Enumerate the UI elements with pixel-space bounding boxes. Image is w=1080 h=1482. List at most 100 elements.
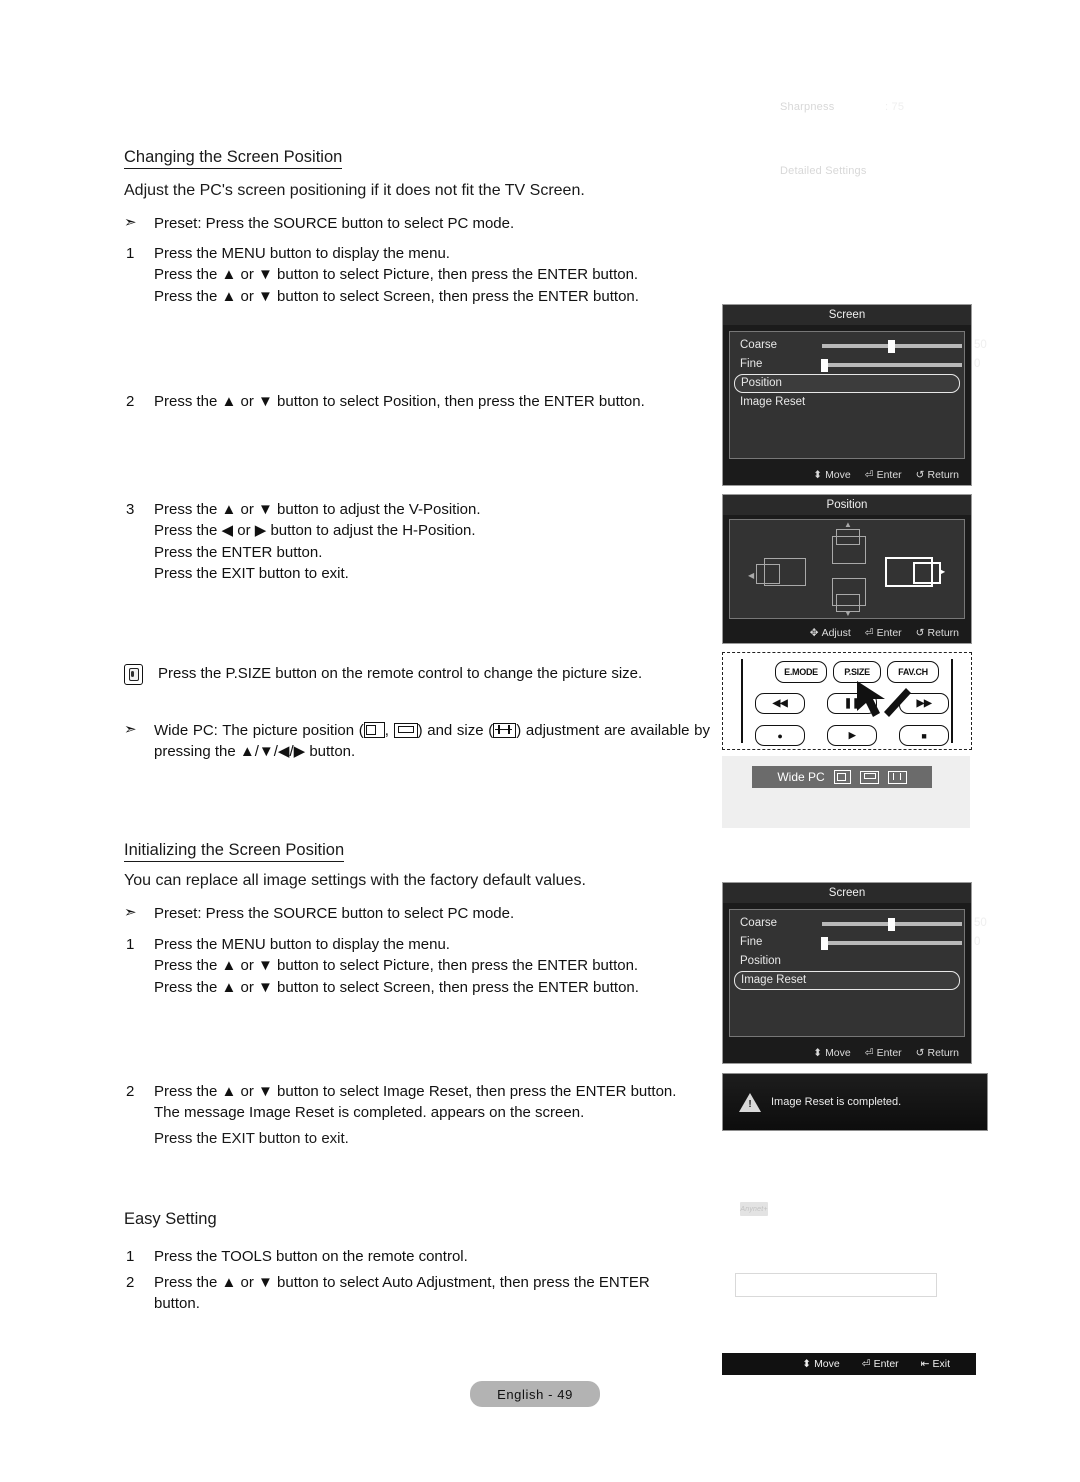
ghost-anynet-badge: Anynet+: [740, 1202, 768, 1216]
osd-row-position[interactable]: Position: [730, 952, 964, 971]
section3-step-1: 1 Press the TOOLS button on the remote c…: [124, 1246, 724, 1267]
osd-footer: ✥ Adjust ⏎ Enter ↺ Return: [723, 623, 971, 643]
remote-button-record[interactable]: ●: [755, 725, 805, 746]
remote-button-emode[interactable]: E.MODE: [775, 661, 827, 683]
updown-arrow-icon: ⬍: [813, 469, 823, 481]
widepc-bullet: ➣ Wide PC: The picture position (, ) and…: [124, 721, 710, 762]
coarse-slider-track[interactable]: [822, 917, 962, 931]
section-title-changing: Changing the Screen Position: [124, 148, 343, 170]
bottombar-enter: ⏎ Enter: [862, 1358, 899, 1370]
cursor-arrow-icon: [857, 681, 911, 717]
osd-screen-menu-1: Screen Coarse 50 Fine 0 Position Image R: [722, 304, 987, 486]
section3-step-2: 2 Press the ▲ or ▼ button to select Auto…: [124, 1272, 724, 1315]
position-h-icon: [859, 770, 879, 784]
ghost-detailed-settings: Detailed Settings: [780, 165, 867, 177]
step-line: Press the ▲ or ▼ button to select Screen…: [154, 978, 639, 996]
manual-page: Sharpness : 75 Detailed Settings Changin…: [0, 0, 1080, 1482]
position-left-icon[interactable]: ◀: [748, 556, 808, 590]
footer-move: ⬍ Move: [813, 1047, 851, 1059]
remote-button-play[interactable]: ▶: [827, 725, 877, 746]
step-number: 2: [126, 1083, 135, 1100]
footer-return: ↺ Return: [916, 469, 959, 481]
coarse-slider-thumb[interactable]: [888, 917, 895, 931]
step-line: button.: [154, 1295, 200, 1313]
section-title-easy-setting: Easy Setting: [124, 1210, 217, 1228]
position-right-icon[interactable]: ▶: [885, 554, 947, 590]
coarse-slider-thumb[interactable]: [888, 339, 895, 353]
size-icon: [493, 723, 517, 738]
osd-footer: ⬍ Move ⏎ Enter ↺ Return: [723, 465, 971, 485]
section2-exit-line: Press the EXIT button to exit.: [154, 1130, 349, 1147]
osd-row-fine[interactable]: Fine 0: [730, 933, 980, 952]
fine-slider-thumb[interactable]: [821, 358, 828, 372]
bullet-arrow-icon: ➣: [124, 214, 137, 231]
bottom-action-bar: ⬍ Move ⏎ Enter ⇤ Exit: [722, 1353, 976, 1375]
footer-return-label: Return: [927, 627, 959, 639]
step-number: 2: [126, 1274, 135, 1291]
osd-row-fine[interactable]: Fine 0: [730, 355, 980, 374]
size-icon: [887, 770, 907, 784]
enter-icon: ⏎: [864, 469, 874, 481]
ghost-sharpness-label: Sharpness: [780, 101, 835, 113]
osd-title: Screen: [723, 305, 971, 325]
remote-button-stop[interactable]: ■: [899, 725, 949, 746]
remote-button-rewind[interactable]: ◀◀: [755, 693, 805, 714]
section1-step-3: 3 Press the ▲ or ▼ button to adjust the …: [124, 499, 724, 584]
step-line: Press the ▲ or ▼ button to select Auto A…: [154, 1274, 650, 1291]
enter-icon: ⏎: [864, 1047, 874, 1059]
step-number: 2: [126, 393, 135, 410]
step-line: Press the ▲ or ▼ button to select Pictur…: [154, 266, 639, 284]
remote-control-illustration: E.MODE P.SIZE FAV.CH ◀◀ ❚❚ ▶▶ ● ▶ ■: [722, 652, 972, 750]
footer-return-label: Return: [927, 469, 959, 481]
footer-enter-label: Enter: [876, 469, 902, 481]
fine-slider-track[interactable]: [821, 936, 962, 950]
step-line: Press the ▲ or ▼ button to select Screen…: [154, 287, 639, 305]
step-line: Press the ▲ or ▼ button to select Image …: [154, 1083, 677, 1100]
section1-preset-text: Preset: Press the SOURCE button to selec…: [154, 215, 515, 232]
step-line: Press the TOOLS button on the remote con…: [154, 1248, 468, 1265]
position-v-icon: [833, 770, 851, 784]
footer-enter-label: Enter: [876, 1047, 902, 1059]
fine-slider-thumb[interactable]: [821, 936, 828, 950]
step-line: The message Image Reset is completed. ap…: [154, 1104, 585, 1122]
footer-return: ↺ Return: [916, 1047, 959, 1059]
step-line: Press the ▲ or ▼ button to adjust the V-…: [154, 501, 481, 518]
coarse-slider-track[interactable]: [822, 339, 962, 353]
widepc-card: Wide PC: [722, 756, 970, 828]
step-number: 1: [126, 1248, 135, 1265]
step-number: 1: [126, 936, 135, 953]
osd-row-coarse[interactable]: Coarse 50: [730, 336, 987, 355]
footer-enter: ⏎ Enter: [865, 627, 902, 639]
osd-row-position[interactable]: Position: [734, 374, 960, 393]
osd-row-image-reset[interactable]: Image Reset: [734, 971, 960, 990]
adjust-arrows-icon: ✥: [809, 627, 819, 639]
osd-position-menu: Position ◀ ▲ ▶ ▼ ✥ Adjust ⏎ Enter ↺ Retu…: [722, 494, 972, 644]
footer-move: ⬍ Move: [813, 469, 851, 481]
fine-slider-track[interactable]: [821, 358, 962, 372]
bottombar-exit-label: Exit: [932, 1358, 950, 1370]
position-down-icon[interactable]: ▼: [828, 578, 868, 622]
image-reset-toast: Image Reset is completed.: [722, 1073, 988, 1131]
bottombar-move: ⬍ Move: [802, 1358, 840, 1370]
return-icon: ↺: [915, 627, 925, 639]
section2-step-1: 1 Press the MENU button to display the m…: [124, 934, 724, 998]
section1-preset-bullet: ➣ Preset: Press the SOURCE button to sel…: [124, 214, 724, 235]
position-up-icon[interactable]: ▲: [828, 521, 868, 568]
section2-preset-text: Preset: Press the SOURCE button to selec…: [154, 905, 515, 922]
position-v-icon: [393, 723, 418, 738]
step-number: 3: [126, 501, 135, 518]
step-line: Press the ◀ or ▶ button to adjust the H-…: [154, 522, 476, 540]
step-number: 1: [126, 245, 135, 262]
osd-row-coarse[interactable]: Coarse 50: [730, 914, 987, 933]
section1-step-1: 1 Press the MENU button to display the m…: [124, 243, 724, 307]
picture-size-note: Press the P.SIZE button on the remote co…: [124, 663, 724, 685]
footer-enter: ⏎ Enter: [865, 1047, 902, 1059]
updown-arrow-icon: ⬍: [802, 1358, 812, 1370]
step-line: Press the MENU button to display the men…: [154, 245, 450, 262]
osd-row-image-reset[interactable]: Image Reset: [730, 393, 964, 412]
warning-triangle-icon: [739, 1092, 761, 1112]
section2-lead: You can replace all image settings with …: [124, 872, 586, 889]
footer-adjust-label: Adjust: [821, 627, 851, 639]
widepc-text-part2: ,: [384, 722, 394, 739]
updown-arrow-icon: ⬍: [813, 1047, 823, 1059]
